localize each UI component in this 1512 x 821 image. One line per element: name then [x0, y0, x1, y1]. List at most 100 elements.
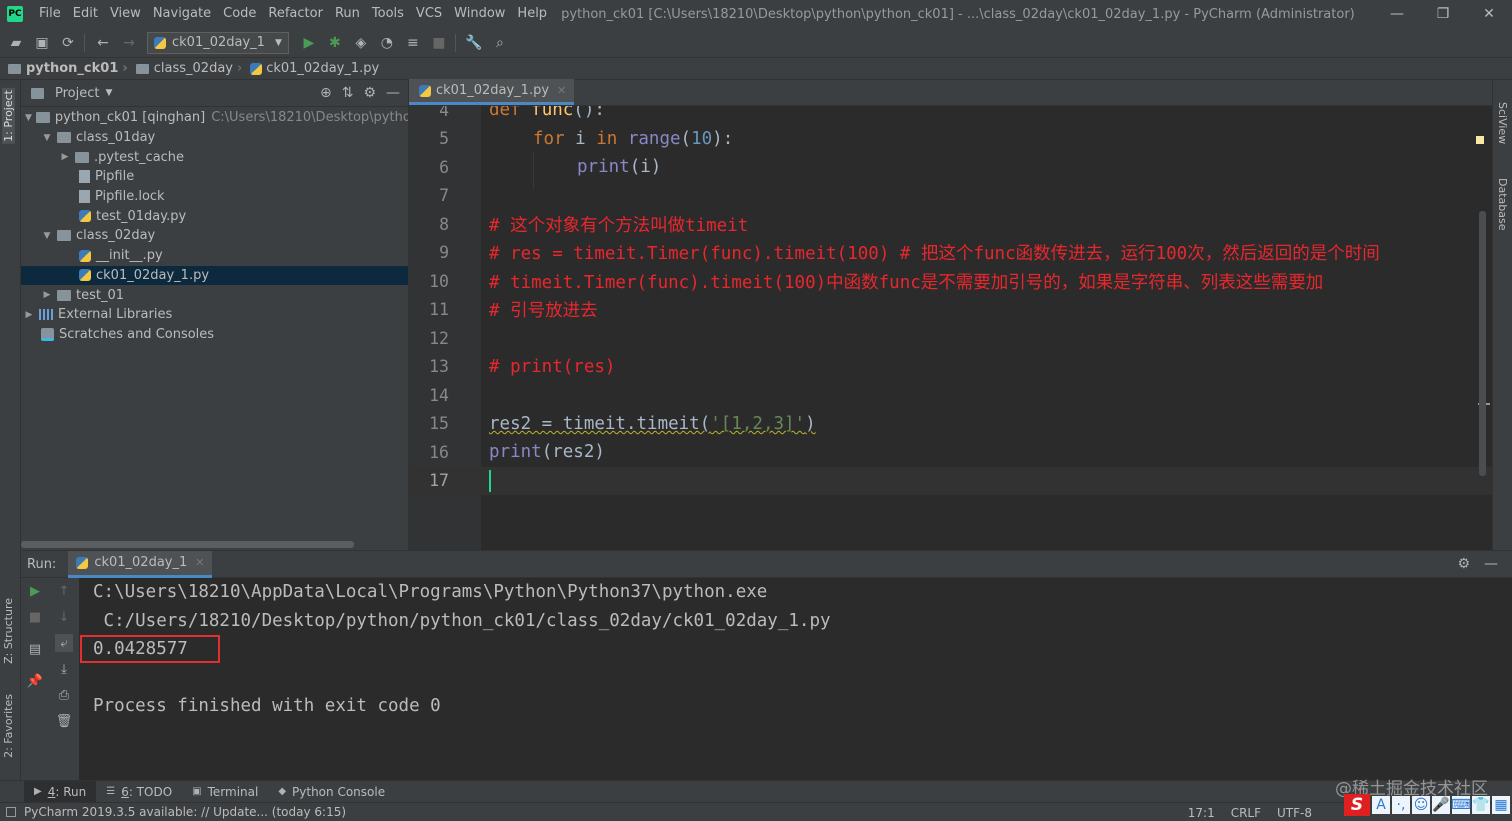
breadcrumb-folder[interactable]: class_02day › [135, 61, 242, 76]
tree-item-test-01day[interactable]: test_01day.py [21, 206, 408, 226]
menu-view[interactable]: View [104, 0, 147, 28]
open-folder-icon[interactable]: ▰ [4, 31, 28, 55]
pin-icon[interactable]: 📌 [26, 672, 44, 690]
menu-code[interactable]: Code [217, 0, 262, 28]
tree-item-class-01day[interactable]: ▼ class_01day [21, 128, 408, 148]
hide-icon[interactable]: — [1484, 556, 1498, 572]
layout-icon[interactable]: ▤ [26, 640, 44, 658]
coverage-icon[interactable]: ◈ [349, 31, 373, 55]
tree-item-pipfile[interactable]: Pipfile [21, 167, 408, 187]
menu-vcs[interactable]: VCS [410, 0, 448, 28]
tree-item-root[interactable]: ▼ python_ck01 [qinghan] C:\Users\18210\D… [21, 108, 408, 128]
gear-icon[interactable]: ⚙ [1457, 556, 1470, 572]
chevron-down-icon[interactable]: ▼ [105, 88, 112, 98]
expanded-arrow-icon[interactable]: ▼ [25, 113, 32, 123]
profile-icon[interactable]: ◔ [375, 31, 399, 55]
expanded-arrow-icon[interactable]: ▼ [41, 133, 53, 143]
tree-item-pipfile-lock[interactable]: Pipfile.lock [21, 187, 408, 207]
ime-punct-icon[interactable]: ·, [1392, 796, 1410, 814]
print-icon[interactable]: ⎙ [55, 686, 73, 704]
scroll-to-end-icon[interactable]: ⤓ [55, 660, 73, 678]
menu-help[interactable]: Help [511, 0, 553, 28]
menu-refactor[interactable]: Refactor [262, 0, 329, 28]
breadcrumb-project[interactable]: python_ck01 › [8, 61, 128, 76]
collapsed-arrow-icon[interactable]: ▶ [23, 310, 35, 320]
menu-edit[interactable]: Edit [67, 0, 104, 28]
sciview-tool-tab[interactable]: SciView [1496, 102, 1509, 144]
run-config-select[interactable]: ck01_02day_1 ▼ [147, 31, 289, 54]
tree-item-pytest-cache[interactable]: ▶ .pytest_cache [21, 147, 408, 167]
database-tool-tab[interactable]: Database [1496, 178, 1509, 231]
scroll-up-icon[interactable]: ↑ [55, 582, 73, 600]
search-icon[interactable]: ⌕ [488, 31, 512, 55]
update-notification[interactable]: PyCharm 2019.3.5 available: // Update...… [24, 805, 346, 819]
concurrency-icon[interactable]: ≡ [401, 31, 425, 55]
collapse-all-icon[interactable]: ⇅ [342, 85, 354, 101]
tool-tab-run[interactable]: ▶ 4: Run [24, 780, 97, 803]
run-tab-ck01-02day-1[interactable]: ck01_02day_1 ✕ [68, 550, 213, 578]
sogou-ime-logo[interactable]: S [1344, 794, 1370, 816]
tree-item-test-01[interactable]: ▶ test_01 [21, 285, 408, 305]
structure-tool-tab[interactable]: Z: Structure [2, 598, 15, 664]
tree-item-init[interactable]: __init__.py [21, 246, 408, 266]
status-window-icon[interactable] [6, 807, 16, 817]
menu-file[interactable]: File [33, 0, 67, 28]
close-button[interactable]: ✕ [1466, 0, 1512, 28]
ime-mic-icon[interactable]: 🎤 [1432, 796, 1450, 814]
back-arrow-icon[interactable]: ← [91, 31, 115, 55]
locate-icon[interactable]: ⊕ [320, 85, 332, 101]
console-output[interactable]: C:\Users\18210\AppData\Local\Programs\Py… [80, 578, 831, 721]
restore-button[interactable]: ❐ [1420, 0, 1466, 28]
tree-item-ck01-02day-1[interactable]: ck01_02day_1.py [21, 265, 408, 286]
project-view-select[interactable]: Project [55, 86, 99, 101]
wrench-icon[interactable]: 🔧 [462, 31, 486, 55]
code-area[interactable]: 4 def func(): 5 for i in range(10): 6 pr… [409, 106, 1492, 550]
minimize-button[interactable]: — [1374, 0, 1420, 28]
ime-skin-icon[interactable]: 👕 [1472, 796, 1490, 814]
menu-run[interactable]: Run [329, 0, 366, 28]
warning-marker[interactable] [1476, 136, 1484, 144]
tree-item-class-02day[interactable]: ▼ class_02day [21, 226, 408, 246]
editor-tab-ck01-02day-1[interactable]: ck01_02day_1.py ✕ [409, 79, 575, 105]
tool-tab-todo[interactable]: ☰ 6: TODO [96, 781, 182, 803]
tree-item-scratches[interactable]: Scratches and Consoles [21, 325, 408, 345]
trash-icon[interactable]: 🗑 [55, 712, 73, 730]
menu-tools[interactable]: Tools [366, 0, 410, 28]
tool-tab-python-console[interactable]: ◆ Python Console [268, 781, 395, 803]
python-file-icon [76, 556, 89, 569]
project-horizontal-scrollbar[interactable] [21, 541, 354, 548]
hide-icon[interactable]: — [386, 85, 400, 101]
project-tool-tab[interactable]: 1: Project [2, 88, 15, 144]
gear-icon[interactable]: ⚙ [363, 85, 376, 101]
debug-icon[interactable]: ✱ [323, 31, 347, 55]
scroll-down-icon[interactable]: ↓ [55, 608, 73, 626]
close-tab-icon[interactable]: ✕ [557, 84, 566, 97]
close-tab-icon[interactable]: ✕ [195, 556, 204, 569]
ime-keyboard-icon[interactable]: ⌨ [1451, 796, 1471, 814]
collapsed-arrow-icon[interactable]: ▶ [59, 152, 71, 162]
stop-icon[interactable]: ■ [26, 608, 44, 626]
expanded-arrow-icon[interactable]: ▼ [41, 231, 53, 241]
tool-tab-terminal[interactable]: ▣ Terminal [182, 781, 268, 803]
menu-navigate[interactable]: Navigate [147, 0, 217, 28]
collapsed-arrow-icon[interactable]: ▶ [41, 290, 53, 300]
breadcrumb-file[interactable]: ck01_02day_1.py [250, 61, 379, 76]
forward-arrow-icon[interactable]: → [117, 31, 141, 55]
rerun-icon[interactable]: ▶ [26, 582, 44, 600]
console-line: Process finished with exit code 0 [93, 696, 441, 716]
ime-lang-icon[interactable]: A [1372, 796, 1390, 814]
caret-position[interactable]: 17:1 [1188, 806, 1215, 820]
stop-icon[interactable]: ■ [427, 31, 451, 55]
favorites-tool-tab[interactable]: 2: Favorites [2, 694, 15, 758]
ime-menu-icon[interactable]: ▦ [1492, 796, 1510, 814]
sync-icon[interactable]: ⟳ [56, 31, 80, 55]
line-separator[interactable]: CRLF [1231, 806, 1261, 820]
file-encoding[interactable]: UTF-8 [1277, 806, 1312, 820]
soft-wrap-icon[interactable]: ⤶ [55, 634, 73, 652]
tree-item-external-libraries[interactable]: ▶ External Libraries [21, 305, 408, 325]
run-icon[interactable]: ▶ [297, 31, 321, 55]
menu-window[interactable]: Window [448, 0, 511, 28]
ime-emoji-icon[interactable]: ☺ [1412, 796, 1430, 814]
editor-vertical-scrollbar[interactable] [1479, 211, 1486, 476]
save-icon[interactable]: ▣ [30, 31, 54, 55]
